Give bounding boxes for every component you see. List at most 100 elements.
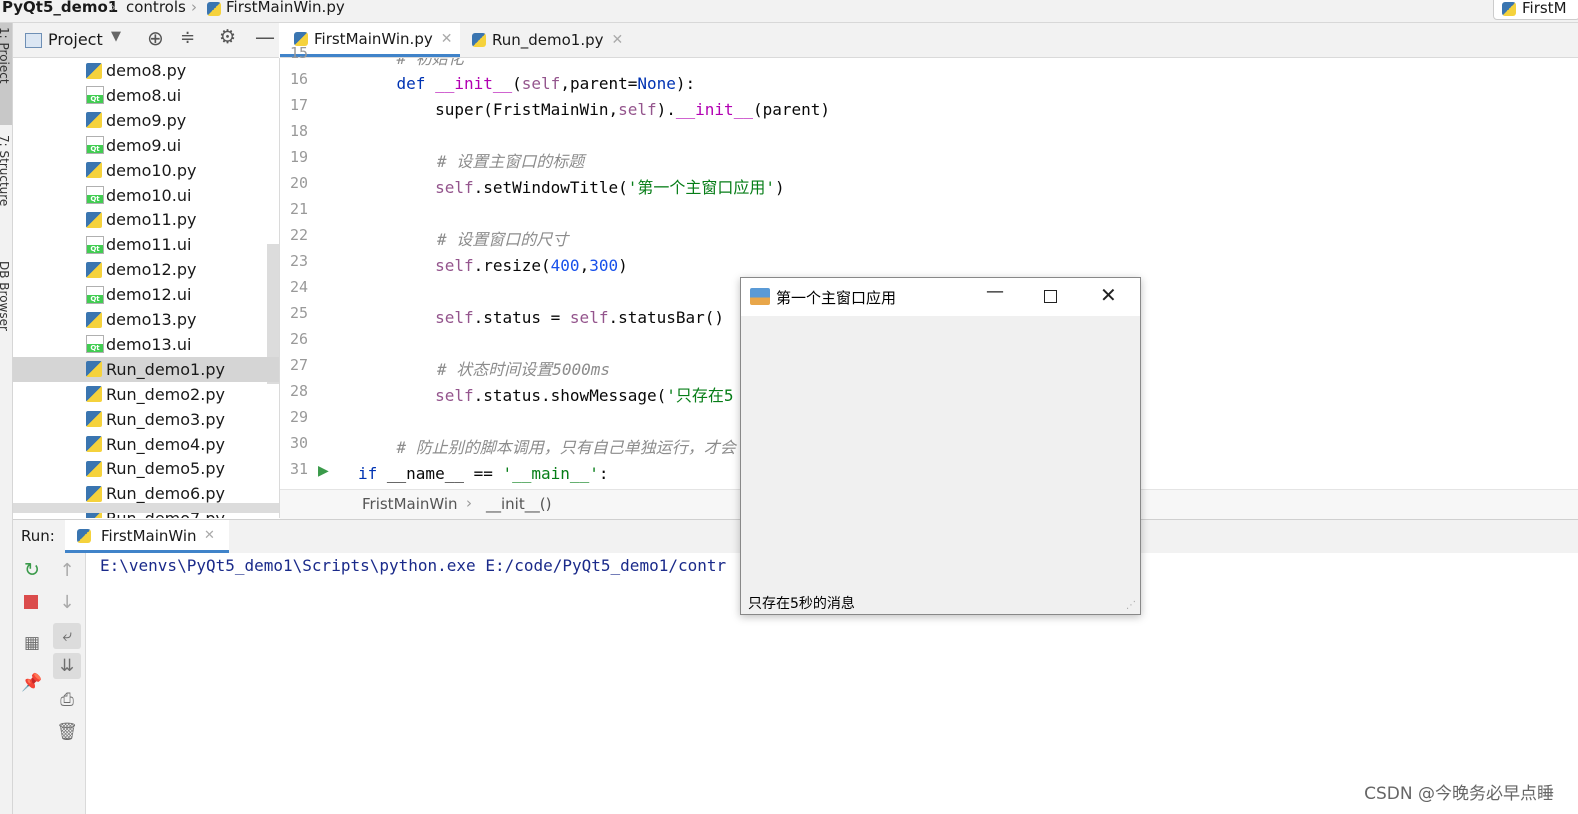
breadcrumb-file[interactable]: FirstMainWin.py [226,0,345,16]
project-file-label: Run_demo3.py [106,409,225,429]
layout-icon[interactable]: ▦ [21,632,43,654]
project-file-item[interactable]: Run_demo1.py [13,356,279,382]
tool-window-project[interactable]: 1: Project [0,27,11,84]
run-tab-label: FirstMainWin [101,527,197,545]
close-icon[interactable]: ✕ [1100,283,1117,307]
project-tree: demo8.py Qt demo8.ui demo9.py Qt demo9.ui demo… [13,58,280,518]
collapse-all-icon[interactable]: ≑ [180,27,195,48]
qt-ui-file-icon: Qt [86,285,104,304]
size-grip-icon[interactable]: ⋰ [1126,600,1136,611]
project-file-item[interactable]: Qt demo9.ui [13,133,279,158]
project-file-label: demo10.ui [106,185,192,205]
code-line-25: self.status = self.statusBar() [435,308,725,327]
trash-icon[interactable]: 🗑 [56,721,78,743]
project-file-label: demo11.ui [106,235,192,255]
breadcrumb-project[interactable]: PyQt5_demo1 [2,0,118,16]
line-number: 25 [289,304,308,322]
print-icon[interactable]: ⎙ [56,689,78,711]
code-line-23: self.resize(400,300) [435,256,628,275]
run-tab-firstmainwin[interactable]: FirstMainWin ✕ [65,520,229,553]
console-output-line: E:\venvs\PyQt5_demo1\Scripts\python.exe … [100,556,727,575]
tab-label: FirstMainWin.py [314,29,433,48]
project-file-item[interactable]: Run_demo2.py [13,382,279,407]
scroll-to-end-icon[interactable]: ⇊ [53,653,81,679]
chevron-down-icon[interactable]: ▼ [111,29,121,44]
tab-run-demo1[interactable]: Run_demo1.py ✕ [472,23,632,57]
line-number: 31 [289,460,308,478]
stop-icon[interactable] [24,595,38,609]
tree-horizontal-scrollbar[interactable] [13,503,279,513]
project-file-item[interactable]: demo11.py [13,207,279,232]
run-config-selector[interactable]: FirstM [1493,0,1578,20]
run-toolbar-primary: ↻ ▦ 📌 [13,553,50,814]
python-file-icon [86,411,102,428]
pin-icon[interactable]: 📌 [21,672,43,694]
gear-icon[interactable]: ⚙ [219,26,236,48]
breadcrumb-method[interactable]: __init__() [486,495,551,513]
project-view-title[interactable]: Project [48,30,103,49]
python-file-icon [86,460,102,477]
qt-window-titlebar[interactable]: 第一个主窗口应用 — ✕ [741,278,1140,316]
editor-tab-bar: FirstMainWin.py ✕ Run_demo1.py ✕ [280,23,1578,58]
project-file-label: demo13.ui [106,334,192,354]
tool-window-structure[interactable]: 7: Structure [0,135,11,206]
close-icon[interactable]: ✕ [612,32,624,48]
project-file-item[interactable]: Qt demo12.ui [13,282,279,307]
code-line-20: self.setWindowTitle('第一个主窗口应用') [435,178,785,197]
breadcrumb-class[interactable]: FristMainWin [362,495,458,513]
code-line-16: def __init__(self,parent=None): [396,74,696,93]
watermark: CSDN @今晚务必早点睡 [1364,784,1554,804]
project-view-icon [25,33,42,48]
minimize-icon[interactable]: — [986,281,1004,302]
qt-main-window[interactable]: 第一个主窗口应用 — ✕ 只存在5秒的消息 ⋰ [740,277,1141,615]
arrow-up-icon[interactable]: ↑ [56,559,78,581]
project-file-label: Run_demo6.py [106,484,225,504]
code-line-22: # 设置窗口的尺寸 [437,230,569,249]
qt-ui-file-icon: Qt [86,235,104,254]
python-file-icon [77,529,91,543]
code-line-28: self.status.showMessage('只存在5 [435,386,734,405]
hide-panel-icon[interactable]: — [255,25,275,49]
python-file-icon [86,386,102,403]
locate-file-icon[interactable]: ⊕ [147,26,164,50]
project-file-item[interactable]: demo9.py [13,108,279,133]
project-file-item[interactable]: demo10.py [13,158,279,183]
breadcrumb-separator-icon: › [191,0,197,16]
project-file-item[interactable]: Qt demo11.ui [13,232,279,257]
project-file-item[interactable]: Qt demo8.ui [13,83,279,108]
project-file-item[interactable]: Qt demo10.ui [13,183,279,208]
project-file-item[interactable]: Run_demo4.py [13,432,279,457]
qt-ui-file-icon: Qt [86,86,104,105]
soft-wrap-icon[interactable]: ⤶ [53,623,81,649]
project-file-item[interactable]: demo12.py [13,257,279,282]
line-number: 28 [289,382,308,400]
project-file-item[interactable]: demo13.py [13,307,279,332]
line-number: 20 [289,174,308,192]
line-number: 16 [289,70,308,88]
tab-label: Run_demo1.py [492,31,604,49]
breadcrumb-folder[interactable]: controls [126,0,186,16]
project-file-label: demo8.ui [106,85,182,105]
project-file-item[interactable]: demo8.py [13,58,279,83]
python-file-icon [472,33,486,47]
python-file-icon [207,2,221,16]
rerun-icon[interactable]: ↻ [21,559,43,581]
arrow-down-icon[interactable]: ↓ [56,591,78,613]
project-file-item[interactable]: Qt demo13.ui [13,332,279,357]
maximize-icon[interactable] [1044,290,1057,303]
project-file-label: demo10.py [106,160,197,180]
close-icon[interactable]: ✕ [441,31,453,47]
navigation-breadcrumb: PyQt5_demo1 › controls › FirstMainWin.py… [0,0,1578,23]
python-file-icon [86,112,102,129]
left-tool-strip: 1: Project 7: Structure DB Browser [0,23,13,814]
line-number: 26 [289,330,308,348]
project-file-item[interactable]: Run_demo5.py [13,456,279,481]
tool-window-db-browser[interactable]: DB Browser [0,261,11,331]
run-gutter-icon[interactable]: ▶ [318,463,329,479]
python-file-icon [86,261,102,278]
qt-status-message: 只存在5秒的消息 [748,596,855,612]
project-file-item[interactable]: Run_demo3.py [13,407,279,432]
close-icon[interactable]: ✕ [204,528,215,543]
project-file-label: demo9.py [106,110,187,130]
project-file-label: Run_demo4.py [106,434,225,454]
